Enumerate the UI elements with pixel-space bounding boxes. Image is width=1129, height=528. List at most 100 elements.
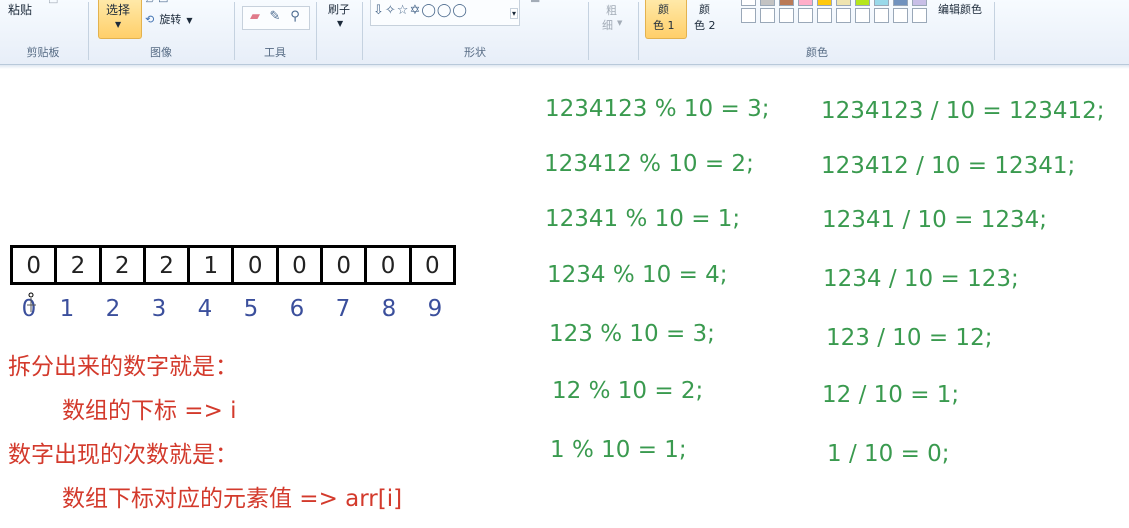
group-divider — [234, 2, 235, 60]
color-1-label-bottom: 色 1 — [653, 19, 675, 32]
group-divider — [362, 2, 363, 60]
clipboard-group: 粘贴 ▭ 剪贴板 — [0, 0, 86, 64]
ribbon-toolbar: 粘贴 ▭ 剪贴板 图像 选择 ▼ ▱ ▭ ⟲ 旋转 ▼ 工具 ▰ ✎ ⚲ 刷子 … — [0, 0, 1129, 65]
brushes-button[interactable]: 刷子 — [328, 1, 350, 17]
color-swatch[interactable] — [779, 0, 794, 6]
array-cell: 0 — [425, 253, 440, 279]
color-swatch[interactable] — [912, 0, 927, 6]
color-swatch[interactable] — [741, 8, 756, 23]
tools-group-label: 工具 — [264, 46, 286, 59]
colors-group-label: 颜色 — [806, 46, 828, 59]
color-swatch[interactable] — [836, 8, 851, 23]
color-2-button[interactable]: 颜 色 2 — [690, 0, 726, 38]
color-swatch[interactable] — [741, 0, 756, 6]
group-divider — [316, 2, 317, 60]
array-cell: 0 — [13, 248, 58, 282]
color-swatch[interactable] — [874, 0, 889, 6]
color-swatch[interactable] — [855, 0, 870, 6]
division-line: 123 / 10 = 12; — [826, 325, 993, 351]
array-index: 8 — [381, 296, 397, 322]
color-swatch[interactable] — [798, 8, 813, 23]
ribbon-shadow — [0, 65, 1129, 69]
color-swatch[interactable] — [893, 0, 908, 6]
chevron-down-icon: ▼ — [186, 16, 193, 25]
modulo-line: 1 % 10 = 1; — [550, 437, 687, 463]
array-index: 3 — [151, 296, 167, 322]
modulo-line: 123412 % 10 = 2; — [544, 151, 754, 177]
select-button[interactable]: 选择 ▼ — [98, 0, 142, 39]
shapes-group-label: 形状 — [464, 46, 486, 59]
array-cell: 2 — [102, 248, 146, 282]
division-line: 1234 / 10 = 123; — [823, 266, 1019, 292]
color-1-label-top: 颜 — [658, 3, 669, 16]
rotate-button[interactable]: ⟲ 旋转 ▼ — [145, 8, 193, 27]
array-index: 7 — [335, 296, 351, 322]
array-cell: 0 — [323, 248, 368, 282]
array-index: 1 — [59, 296, 75, 322]
image-group-label: 图像 — [150, 46, 172, 59]
division-line: 1234123 / 10 = 123412; — [821, 98, 1105, 124]
shapes-more-button[interactable]: ▾ — [510, 8, 519, 19]
rotate-icon: ⟲ — [145, 13, 155, 26]
outline-icon[interactable]: ▬ ─ ─ — [530, 0, 561, 6]
array-cell: 0 — [367, 248, 412, 282]
division-line: 12 / 10 = 1; — [822, 382, 960, 408]
crosshair-cursor-icon — [27, 292, 36, 312]
division-line: 12341 / 10 = 1234; — [822, 207, 1047, 233]
array-index: 4 — [197, 296, 213, 322]
group-divider — [638, 2, 639, 60]
array-cell: 1 — [190, 248, 235, 282]
color-2-label-top: 颜 — [699, 3, 710, 16]
array-cell: 2 — [57, 248, 102, 282]
color-swatch[interactable] — [855, 8, 870, 23]
array-diagram: 0222100000 — [10, 245, 456, 285]
group-divider — [88, 2, 89, 60]
note-line-3: 数字出现的次数就是： — [8, 442, 238, 468]
color-swatch[interactable] — [874, 8, 889, 23]
color-swatch[interactable] — [836, 0, 851, 6]
modulo-line: 123 % 10 = 3; — [549, 321, 715, 347]
modulo-line: 12 % 10 = 2; — [552, 378, 704, 404]
division-line: 1 / 10 = 0; — [827, 441, 950, 467]
crop-icon[interactable]: ▱ ▭ — [146, 0, 168, 6]
magnifier-icon[interactable]: ⚲ — [287, 9, 303, 25]
size-label-top[interactable]: 粗 — [606, 2, 617, 18]
modulo-line: 1234 % 10 = 4; — [547, 262, 728, 288]
array-index: 5 — [243, 296, 259, 322]
color-swatch[interactable] — [912, 8, 927, 23]
color-swatch[interactable] — [817, 8, 832, 23]
chevron-down-icon[interactable]: ▼ — [337, 19, 343, 28]
array-index: 6 — [289, 296, 305, 322]
clipboard-group-label: 剪贴板 — [26, 46, 60, 59]
note-line-1: 拆分出来的数字就是： — [8, 354, 238, 380]
paste-button[interactable]: 粘贴 — [8, 1, 32, 18]
group-divider — [994, 2, 995, 60]
division-line: 123412 / 10 = 12341; — [821, 153, 1076, 179]
modulo-line: 12341 % 10 = 1; — [545, 206, 741, 232]
chevron-down-icon: ▼ — [617, 19, 623, 27]
shapes-gallery[interactable]: ⇩✧☆✡◯◯◯ — [370, 0, 520, 26]
color-1-button[interactable]: 颜 色 1 — [645, 0, 687, 39]
tools-box: ▰ ✎ ⚲ — [242, 6, 310, 30]
eraser-icon[interactable]: ▰ — [247, 9, 263, 25]
color-swatch[interactable] — [779, 8, 794, 23]
copy-icon[interactable]: ▭ — [48, 0, 58, 7]
group-divider — [588, 2, 589, 60]
color-swatch[interactable] — [760, 8, 775, 23]
color-swatch[interactable] — [760, 0, 775, 6]
array-cell: 0 — [234, 248, 279, 282]
color-swatch[interactable] — [798, 0, 813, 6]
color-swatch[interactable] — [817, 0, 832, 6]
color-swatch[interactable] — [893, 8, 908, 23]
color-picker-icon[interactable]: ✎ — [267, 9, 283, 25]
size-label-bottom[interactable]: 细 — [602, 17, 613, 33]
edit-colors-button[interactable]: 编辑颜色 — [938, 1, 982, 17]
chevron-down-icon: ▼ — [115, 20, 122, 29]
note-line-2: 数组的下标 => i — [62, 398, 237, 424]
modulo-line: 1234123 % 10 = 3; — [545, 96, 770, 122]
array-cell: 0 — [279, 248, 324, 282]
color-2-label-bottom: 色 2 — [694, 19, 716, 32]
shapes-row[interactable]: ⇩✧☆✡◯◯◯ — [373, 3, 468, 18]
array-cell: 2 — [146, 248, 191, 282]
rotate-label: 旋转 — [159, 13, 182, 26]
